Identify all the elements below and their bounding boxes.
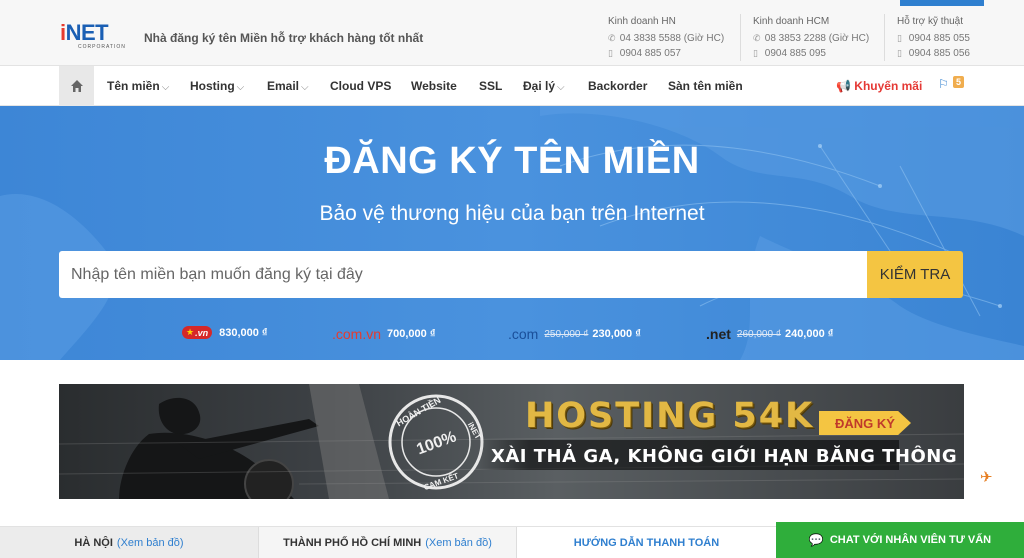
vn-flag-icon: ★ .vn	[182, 326, 213, 339]
price-item-comvn[interactable]: .com.vn 700,000 ₫	[332, 326, 435, 342]
contact-sales-hcm: Kinh doanh HCM ✆ 08 3853 2288 (Giờ HC) ▯…	[740, 14, 869, 61]
domain-search-input[interactable]	[59, 251, 867, 298]
office-city: THÀNH PHỐ HỒ CHÍ MINH	[283, 537, 422, 549]
live-chat-button[interactable]: 💬 CHAT VỚI NHÂN VIÊN TƯ VẤN	[776, 522, 1024, 558]
tld-com-logo: .com	[508, 326, 539, 342]
office-hanoi-tab[interactable]: HÀ NỘI (Xem bản đồ)	[0, 527, 258, 558]
cart-count-badge: 5	[953, 76, 965, 88]
refund-guarantee-seal: 100% HOÀN TIỀN iNET CAM KẾT	[388, 394, 484, 492]
old-price: 260,000 ₫	[736, 328, 781, 340]
nav-item-domain[interactable]: Tên miền ⌵	[107, 79, 169, 93]
price-value: 830,000 ₫	[219, 326, 268, 339]
contact-title: Kinh doanh HN	[608, 16, 676, 27]
old-price: 250,000 ₫	[544, 328, 589, 340]
nav-item-ssl[interactable]: SSL	[479, 79, 502, 93]
chevron-down-icon: ⌵	[301, 82, 309, 93]
home-icon	[70, 80, 83, 92]
tld-net-logo: .net	[706, 326, 731, 342]
phone-icon: ✆	[753, 33, 761, 43]
inet-logo[interactable]: iNET	[60, 20, 109, 46]
payment-guide-tab[interactable]: HƯỚNG DẪN THANH TOÁN	[516, 527, 776, 558]
seal-percent: 100%	[414, 428, 458, 458]
check-domain-button[interactable]: KIỂM TRA	[867, 251, 963, 298]
phone-icon: ✆	[608, 33, 616, 43]
price-item-vn[interactable]: ★ .vn 830,000 ₫	[182, 326, 268, 339]
banner-slogan: XÀI THẢ GA, KHÔNG GIỚI HẠN BĂNG THÔNG	[491, 446, 958, 467]
chevron-down-icon: ⌵	[236, 82, 245, 93]
chevron-down-icon: ⌵	[161, 82, 170, 93]
domain-price-list: ★ .vn 830,000 ₫ .com.vn 700,000 ₫ .com 25…	[0, 326, 1024, 342]
nav-item-backorder[interactable]: Backorder	[588, 79, 647, 93]
hosting-promo-banner[interactable]: 100% HOÀN TIỀN iNET CAM KẾT HOSTING 54K …	[59, 384, 964, 499]
contact-phone: 0904 885 056	[908, 48, 970, 59]
mobile-icon: ▯	[897, 33, 902, 43]
contact-title: Hỗ trợ kỹ thuật	[897, 16, 964, 27]
header-slogan: Nhà đăng ký tên Miền hỗ trợ khách hàng t…	[144, 31, 424, 45]
contact-phone: 0904 885 057	[619, 48, 681, 59]
contact-phone: 08 3853 2288 (Giờ HC)	[764, 33, 870, 44]
nav-item-domain-market[interactable]: Sàn tên miền	[668, 79, 743, 93]
airplane-icon[interactable]: ✈	[980, 468, 993, 486]
tld-comvn-logo: .com.vn	[332, 326, 382, 342]
register-tag-button[interactable]: ĐĂNG KÝ	[819, 411, 911, 435]
main-nav: Tên miền ⌵ Hosting ⌵ Email ⌵ Cloud VPS Webs…	[0, 66, 1024, 106]
price-item-net[interactable]: .net 260,000 ₫ 240,000 ₫	[706, 326, 833, 342]
hero-subtitle: Bảo vệ thương hiệu của bạn trên Internet	[319, 202, 705, 225]
contact-phone: 0904 885 095	[764, 48, 826, 59]
contact-sales-hn: Kinh doanh HN ✆ 04 3838 5588 (Giờ HC) ▯ …	[596, 14, 724, 61]
contact-title: Kinh doanh HCM	[753, 16, 830, 27]
mobile-icon: ▯	[608, 48, 613, 58]
nav-item-email[interactable]: Email ⌵	[267, 79, 309, 93]
mobile-icon: ▯	[897, 48, 902, 58]
chat-icon: 💬	[808, 533, 824, 547]
contact-phone: 04 3838 5588 (Giờ HC)	[619, 33, 725, 44]
contact-tech-support: Hỗ trợ kỹ thuật ▯ 0904 885 055 ▯ 0904 88…	[884, 14, 970, 61]
flag-icon[interactable]: ⚐	[938, 77, 949, 91]
price-value: 700,000 ₫	[387, 328, 436, 340]
price-value: 230,000 ₫	[592, 328, 641, 340]
view-map-link[interactable]: (Xem bản đồ)	[425, 537, 492, 549]
contact-phone: 0904 885 055	[908, 33, 970, 44]
nav-promo-link[interactable]: 📢 Khuyến mãi	[836, 79, 922, 93]
logo-subtitle: CORPORATION	[78, 44, 126, 50]
price-item-com[interactable]: .com 250,000 ₫ 230,000 ₫	[508, 326, 641, 342]
office-city: HÀ NỘI	[74, 537, 113, 549]
nav-item-hosting[interactable]: Hosting ⌵	[190, 79, 244, 93]
top-header: iNET CORPORATION Nhà đăng ký tên Miền hỗ…	[0, 0, 1024, 66]
nav-item-reseller[interactable]: Đại lý ⌵	[523, 79, 565, 93]
nav-item-cloud-vps[interactable]: Cloud VPS	[330, 79, 391, 93]
home-button[interactable]	[59, 66, 94, 106]
view-map-link[interactable]: (Xem bản đồ)	[117, 537, 184, 549]
nav-item-website[interactable]: Website	[411, 79, 457, 93]
chevron-down-icon: ⌵	[557, 82, 565, 93]
mobile-icon: ▯	[753, 48, 758, 58]
office-hcm-tab[interactable]: THÀNH PHỐ HỒ CHÍ MINH (Xem bản đồ)	[258, 527, 516, 558]
hero-title: ĐĂNG KÝ TÊN MIỀN	[324, 140, 700, 182]
hero-section: ĐĂNG KÝ TÊN MIỀN Bảo vệ thương hiệu của …	[0, 106, 1024, 360]
top-account-tab[interactable]	[900, 0, 984, 6]
banner-headline: HOSTING 54K	[525, 396, 815, 436]
price-value: 240,000 ₫	[784, 328, 834, 340]
megaphone-icon: 📢	[836, 79, 851, 93]
